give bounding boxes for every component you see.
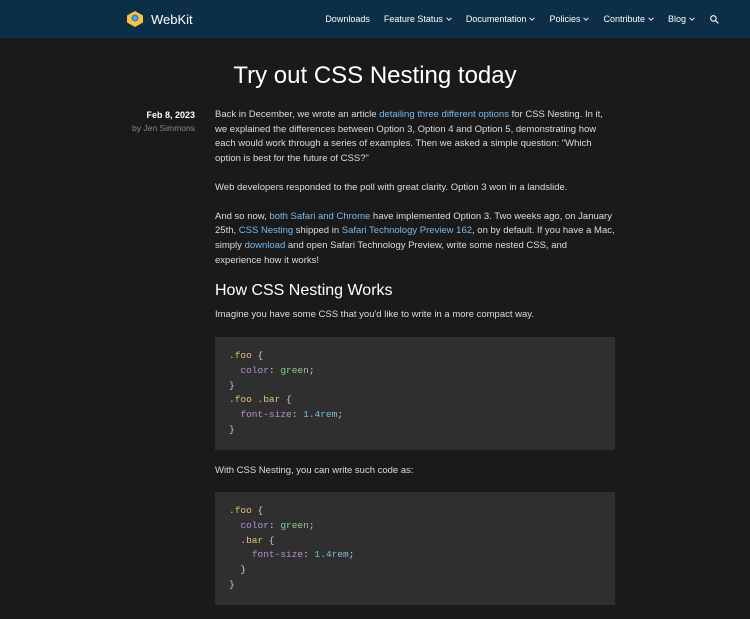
post-date: Feb 8, 2023 xyxy=(0,110,195,120)
chevron-down-icon xyxy=(529,16,535,22)
chevron-down-icon xyxy=(689,16,695,22)
logo[interactable]: WebKit xyxy=(125,9,193,29)
link-options-article[interactable]: detailing three different options xyxy=(379,109,509,120)
post-author: by Jen Simmons xyxy=(0,123,195,133)
post-meta: Feb 8, 2023 by Jen Simmons xyxy=(0,108,215,619)
chevron-down-icon xyxy=(648,16,654,22)
webkit-logo-icon xyxy=(125,9,145,29)
article-body: Back in December, we wrote an article de… xyxy=(215,108,615,619)
link-download[interactable]: download xyxy=(245,240,286,251)
paragraph: With CSS Nesting, you can write such cod… xyxy=(215,464,615,479)
paragraph: Back in December, we wrote an article de… xyxy=(215,108,615,167)
chevron-down-icon xyxy=(446,16,452,22)
page-title: Try out CSS Nesting today xyxy=(0,38,750,108)
nav-feature-status[interactable]: Feature Status xyxy=(384,14,452,24)
link-css-nesting[interactable]: CSS Nesting xyxy=(239,225,293,236)
link-stp-162[interactable]: Safari Technology Preview 162 xyxy=(342,225,472,236)
search-icon[interactable] xyxy=(709,14,720,25)
section-heading: How CSS Nesting Works xyxy=(215,282,615,300)
link-safari-chrome[interactable]: both Safari and Chrome xyxy=(269,211,370,222)
content: Feb 8, 2023 by Jen Simmons Back in Decem… xyxy=(0,108,750,619)
main-nav: Downloads Feature Status Documentation P… xyxy=(325,14,720,25)
paragraph: Web developers responded to the poll wit… xyxy=(215,181,615,196)
paragraph: And so now, both Safari and Chrome have … xyxy=(215,210,615,269)
nav-blog[interactable]: Blog xyxy=(668,14,695,24)
chevron-down-icon xyxy=(583,16,589,22)
nav-policies[interactable]: Policies xyxy=(549,14,589,24)
nav-contribute[interactable]: Contribute xyxy=(603,14,654,24)
paragraph: Imagine you have some CSS that you'd lik… xyxy=(215,308,615,323)
site-header: WebKit Downloads Feature Status Document… xyxy=(0,0,750,38)
brand-name: WebKit xyxy=(151,12,193,27)
code-block: .foo { color: green; } .foo .bar { font-… xyxy=(215,337,615,449)
code-block: .foo { color: green; .bar { font-size: 1… xyxy=(215,492,615,604)
nav-documentation[interactable]: Documentation xyxy=(466,14,536,24)
nav-downloads[interactable]: Downloads xyxy=(325,14,370,24)
